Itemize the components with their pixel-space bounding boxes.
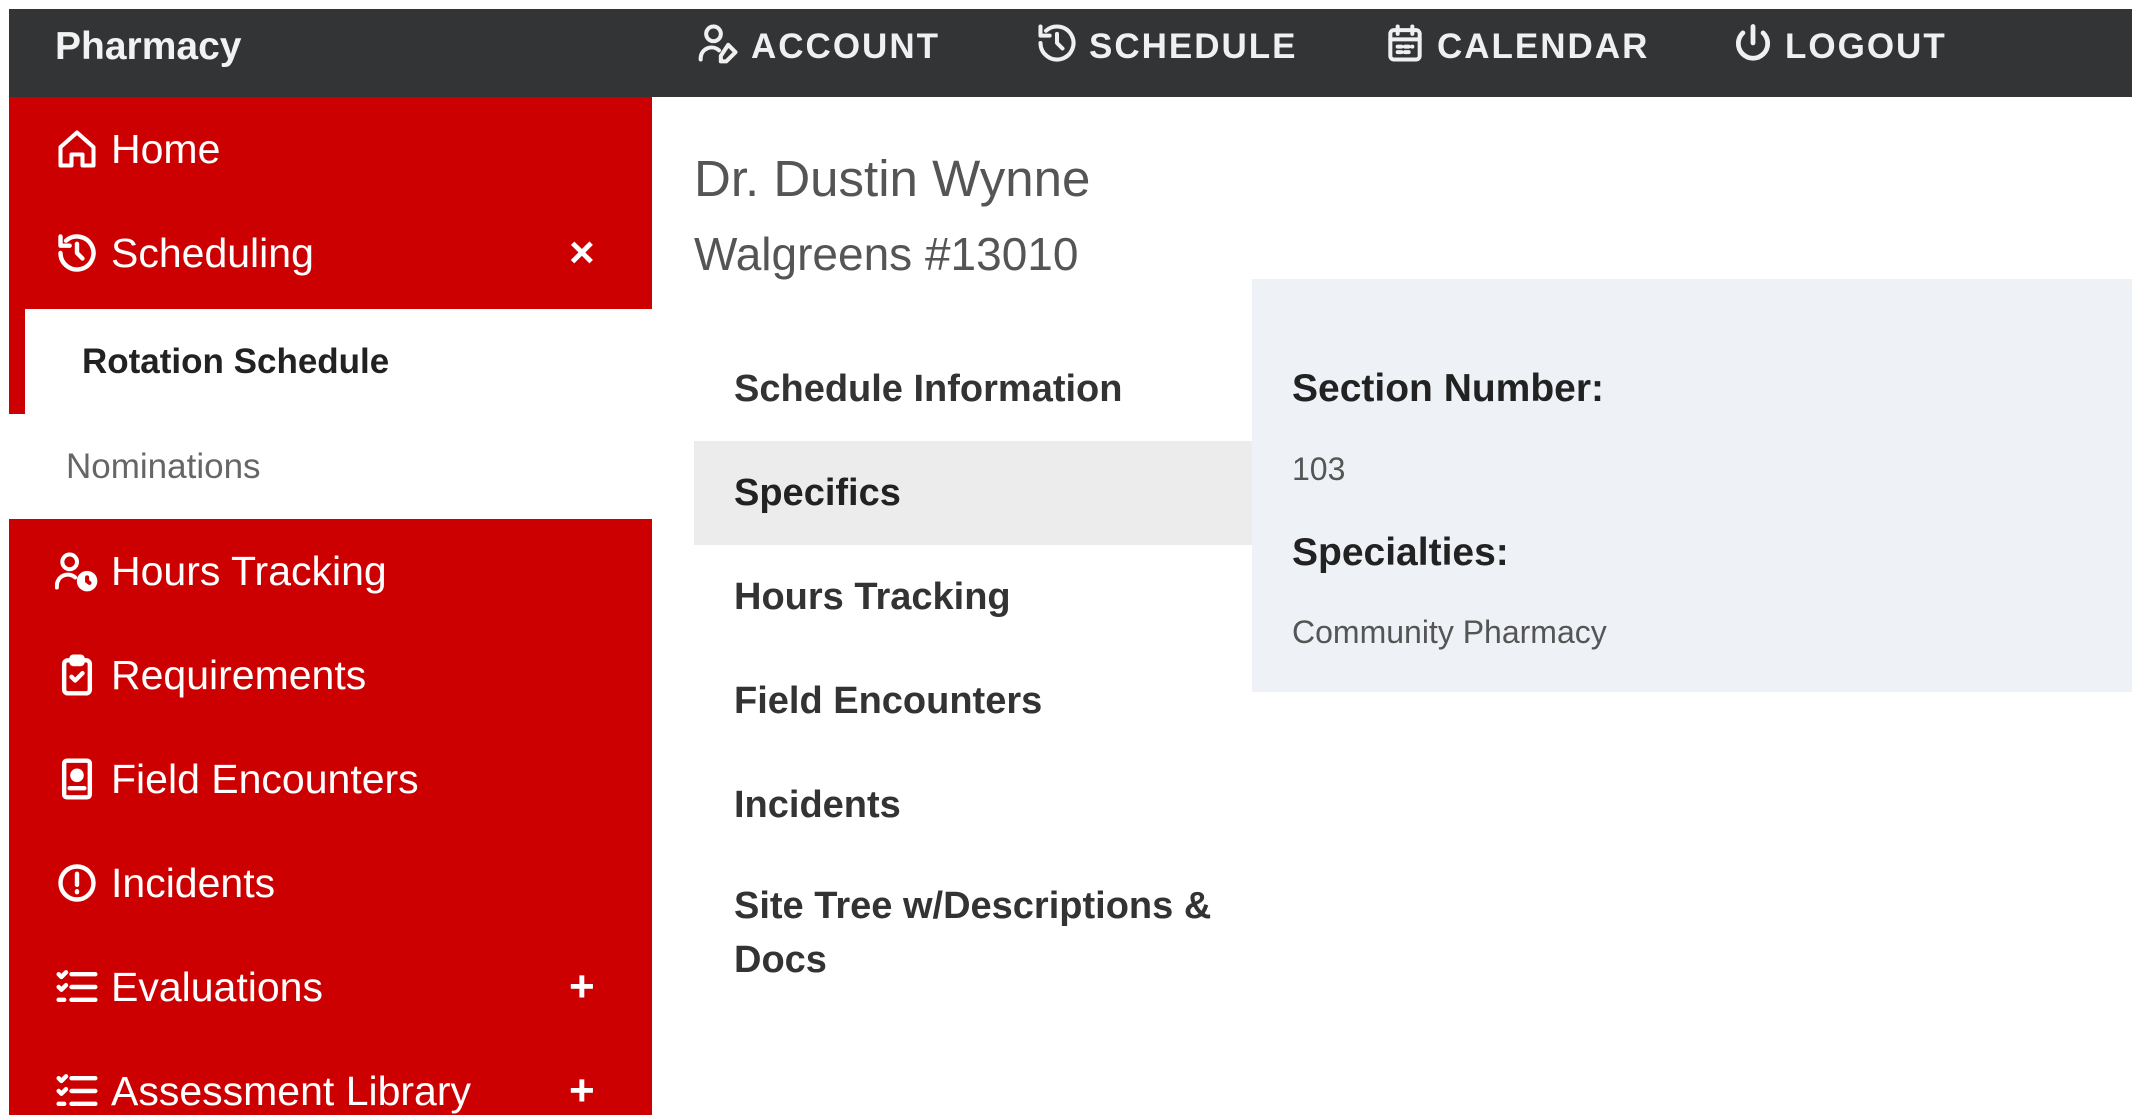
power-icon [1731, 21, 1775, 74]
user-clock-icon [53, 547, 101, 595]
tab-hours-tracking[interactable]: Hours Tracking [694, 545, 1254, 649]
collapse-icon[interactable]: × [569, 228, 595, 278]
page-title: Dr. Dustin Wynne [694, 150, 1091, 207]
topnav-schedule[interactable]: SCHEDULE [1035, 23, 1298, 71]
tab-site-tree[interactable]: Site Tree w/Descriptions & Docs [694, 861, 1254, 981]
app-brand[interactable]: Pharmacy [55, 25, 241, 69]
topnav-logout[interactable]: LOGOUT [1731, 23, 1947, 71]
user-edit-icon [697, 21, 741, 74]
tab-label: Site Tree w/Descriptions & Docs [734, 885, 1212, 981]
sidebar-item-label: Assessment Library [111, 1067, 472, 1114]
sidebar-item-label: Hours Tracking [111, 547, 387, 594]
sidebar-item-label: Requirements [111, 651, 367, 698]
sidebar: Home Scheduling × Rotation Schedule Nomi… [9, 97, 652, 1115]
sidebar-item-requirements[interactable]: Requirements [9, 623, 652, 727]
specialties-value: Community Pharmacy [1292, 614, 1607, 650]
topnav-calendar-label: CALENDAR [1437, 27, 1650, 66]
tab-schedule-information[interactable]: Schedule Information [694, 337, 1254, 441]
sidebar-item-label: Scheduling [111, 229, 314, 276]
topnav-calendar[interactable]: CALENDAR [1383, 23, 1649, 71]
checklist-icon [53, 963, 101, 1011]
home-icon [53, 125, 101, 173]
tab-label: Specifics [734, 471, 901, 514]
sidebar-item-field-encounters[interactable]: Field Encounters [9, 727, 652, 831]
sidebar-item-label: Incidents [111, 859, 276, 906]
section-number-label: Section Number: [1292, 367, 1605, 410]
specialties-label: Specialties: [1292, 531, 1509, 574]
sidebar-item-assessment-library[interactable]: Assessment Library + [9, 1039, 652, 1115]
tab-field-encounters[interactable]: Field Encounters [694, 649, 1254, 753]
top-navigation-bar: Pharmacy ACCOUNT SCHEDULE CALENDAR LOGOU… [9, 9, 2132, 97]
tab-label: Schedule Information [734, 367, 1123, 410]
page-subtitle: Walgreens #13010 [694, 228, 1079, 280]
sidebar-item-label: Evaluations [111, 963, 323, 1010]
topnav-account-label: ACCOUNT [751, 27, 940, 66]
sidebar-item-evaluations[interactable]: Evaluations + [9, 935, 652, 1039]
submenu-item-label: Rotation Schedule [82, 341, 390, 381]
tab-label: Incidents [734, 783, 901, 826]
sidebar-item-label: Field Encounters [111, 755, 419, 802]
scheduling-submenu: Rotation Schedule Nominations [9, 309, 652, 519]
alert-circle-icon [53, 859, 101, 907]
section-number-value: 103 [1292, 451, 1346, 487]
specifics-panel: Section Number: 103 Specialties: Communi… [1252, 279, 2132, 692]
expand-icon[interactable]: + [569, 962, 595, 1012]
calendar-icon [1383, 21, 1427, 74]
sidebar-item-scheduling[interactable]: Scheduling × [9, 201, 652, 305]
submenu-item-rotation-schedule[interactable]: Rotation Schedule [9, 309, 652, 414]
sidebar-item-home[interactable]: Home [9, 97, 652, 201]
tab-specifics[interactable]: Specifics [694, 441, 1254, 545]
checklist-icon [53, 1067, 101, 1115]
tab-label: Hours Tracking [734, 575, 1011, 618]
tab-incidents[interactable]: Incidents [694, 753, 1254, 857]
app-window: Pharmacy ACCOUNT SCHEDULE CALENDAR LOGOU… [9, 9, 2132, 1115]
contact-card-icon [53, 755, 101, 803]
submenu-item-nominations[interactable]: Nominations [9, 414, 652, 519]
sidebar-item-hours-tracking[interactable]: Hours Tracking [9, 519, 652, 623]
sidebar-item-label: Home [111, 125, 221, 172]
sidebar-item-incidents[interactable]: Incidents [9, 831, 652, 935]
history-icon [53, 229, 101, 277]
tab-label: Field Encounters [734, 679, 1043, 722]
topnav-schedule-label: SCHEDULE [1089, 27, 1298, 66]
history-icon [1035, 21, 1079, 74]
topnav-account[interactable]: ACCOUNT [697, 23, 940, 71]
clipboard-check-icon [53, 651, 101, 699]
topnav-logout-label: LOGOUT [1785, 27, 1947, 66]
expand-icon[interactable]: + [569, 1066, 595, 1115]
submenu-item-label: Nominations [66, 446, 261, 486]
